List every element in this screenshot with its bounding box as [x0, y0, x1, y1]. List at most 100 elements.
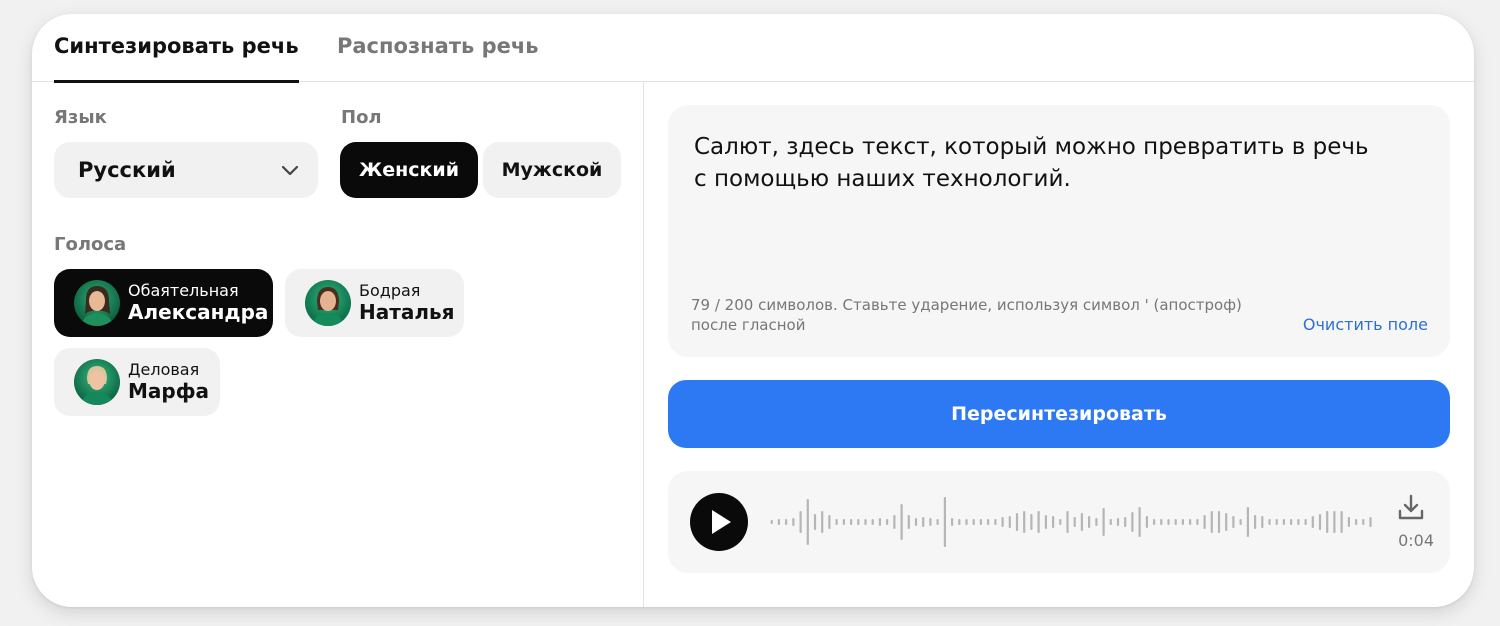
- waveform-bar: [1275, 519, 1278, 525]
- waveform-bar: [1290, 519, 1293, 525]
- waveform-bar: [929, 518, 932, 526]
- waveform-bar: [821, 511, 824, 533]
- waveform-bar: [1333, 511, 1336, 533]
- download-icon[interactable]: [1396, 493, 1426, 523]
- waveform-bar: [770, 520, 773, 524]
- waveform-bar: [1124, 517, 1127, 527]
- waveform-bar: [1160, 519, 1163, 525]
- input-text[interactable]: Салют, здесь текст, который можно превра…: [694, 131, 1394, 195]
- waveform-bar: [1311, 516, 1314, 528]
- voice-style: Обаятельная: [128, 281, 239, 301]
- waveform-bar: [1254, 515, 1257, 529]
- language-value: Русский: [78, 158, 176, 182]
- waveform-bar: [1318, 514, 1322, 530]
- voice-marfa[interactable]: Деловая Марфа: [54, 348, 220, 416]
- waveform-bar: [951, 518, 954, 526]
- waveform-bar: [1181, 519, 1184, 525]
- waveform-bar: [1297, 519, 1300, 525]
- chevron-down-icon: [281, 165, 299, 176]
- waveform-bar: [987, 519, 990, 525]
- waveform-bar: [1001, 517, 1004, 527]
- clear-field-link[interactable]: Очистить поле: [1303, 315, 1428, 334]
- avatar: [74, 280, 120, 326]
- gender-male-button[interactable]: Мужской: [483, 142, 621, 198]
- waveform-bar: [1023, 511, 1026, 533]
- gender-female-button[interactable]: Женский: [340, 142, 478, 198]
- resynthesize-button[interactable]: Пересинтезировать: [668, 380, 1450, 448]
- waveform-bar: [828, 515, 831, 529]
- speech-widget: Синтезировать речь Распознать речь Язык …: [32, 14, 1474, 607]
- waveform-bar: [958, 519, 961, 525]
- waveform-bar: [792, 518, 795, 526]
- waveform-bar: [1015, 513, 1019, 531]
- waveform-bar: [1116, 518, 1120, 526]
- waveform-bar: [1044, 515, 1047, 529]
- waveform-bar: [878, 518, 881, 526]
- voice-aleksandra[interactable]: Обаятельная Александра: [54, 269, 273, 337]
- waveform-bar: [1203, 515, 1206, 529]
- waveform-bar: [914, 518, 918, 526]
- waveform-bar: [1066, 511, 1069, 533]
- waveform-bar: [1196, 519, 1199, 525]
- waveform-bar: [1095, 518, 1098, 526]
- waveform-bar: [1261, 516, 1264, 528]
- voice-name: Марфа: [128, 378, 210, 403]
- waveform-bar: [1239, 519, 1242, 525]
- waveform-bar: [900, 504, 903, 540]
- gender-label: Пол: [341, 107, 382, 128]
- waveform-bar: [893, 515, 896, 529]
- voice-natalya[interactable]: Бодрая Наталья: [285, 269, 464, 337]
- waveform-bar: [1355, 519, 1358, 525]
- waveform-bar: [1102, 508, 1105, 536]
- tab-synthesize[interactable]: Синтезировать речь: [54, 34, 299, 83]
- language-label: Язык: [54, 107, 107, 128]
- waveform-bar: [850, 519, 853, 525]
- waveform-bar: [1153, 519, 1156, 525]
- waveform-bar: [972, 519, 975, 525]
- waveform-bar: [1217, 511, 1221, 533]
- character-counter-hint: 79 / 200 символов. Ставьте ударение, исп…: [691, 295, 1301, 335]
- waveform-bar: [1138, 507, 1141, 537]
- audio-waveform[interactable]: [768, 491, 1374, 553]
- text-input-area[interactable]: Салют, здесь текст, который можно превра…: [668, 105, 1450, 357]
- waveform-bar: [785, 519, 788, 525]
- waveform-bar: [922, 517, 925, 527]
- waveform-bar: [1131, 512, 1134, 532]
- waveform-bar: [1268, 519, 1271, 525]
- waveform-bar: [1109, 519, 1112, 525]
- waveform-bar: [1030, 514, 1033, 530]
- voice-style: Бодрая: [359, 281, 421, 301]
- waveform-bar: [1369, 517, 1372, 527]
- waveform-bar: [1347, 517, 1350, 527]
- waveform-bar: [979, 519, 982, 525]
- waveform-bar: [1059, 519, 1062, 525]
- waveform-bar: [864, 519, 867, 525]
- waveform-bar: [994, 519, 997, 525]
- play-icon: [712, 510, 731, 534]
- waveform-bar: [1008, 516, 1011, 528]
- waveform-bar: [1037, 511, 1040, 533]
- waveform-bar: [1225, 513, 1228, 531]
- waveform-bar: [1210, 511, 1213, 533]
- hint-line: 79 / 200 символов. Ставьте ударение, исп…: [691, 296, 1242, 314]
- waveform-bar: [1232, 516, 1235, 528]
- language-select[interactable]: Русский: [54, 142, 318, 198]
- waveform-bar: [1080, 513, 1083, 531]
- hint-line: после гласной: [691, 316, 806, 334]
- waveform-bar: [806, 499, 809, 545]
- waveform-bar: [813, 514, 817, 530]
- voice-text: Деловая Марфа: [128, 360, 210, 403]
- waveform-bar: [1052, 516, 1055, 528]
- tab-bar: Синтезировать речь Распознать речь: [32, 14, 1474, 83]
- tab-recognize[interactable]: Распознать речь: [337, 34, 539, 82]
- waveform-bar: [943, 497, 946, 547]
- waveform-bar: [1282, 519, 1285, 525]
- voice-style: Деловая: [128, 360, 200, 380]
- waveform-bar: [1073, 517, 1076, 527]
- waveform-bar: [799, 511, 802, 533]
- play-button[interactable]: [690, 493, 748, 551]
- waveform-bar: [1340, 511, 1343, 533]
- waveform-bar: [907, 515, 910, 529]
- waveform-bar: [1362, 519, 1365, 525]
- avatar: [305, 280, 351, 326]
